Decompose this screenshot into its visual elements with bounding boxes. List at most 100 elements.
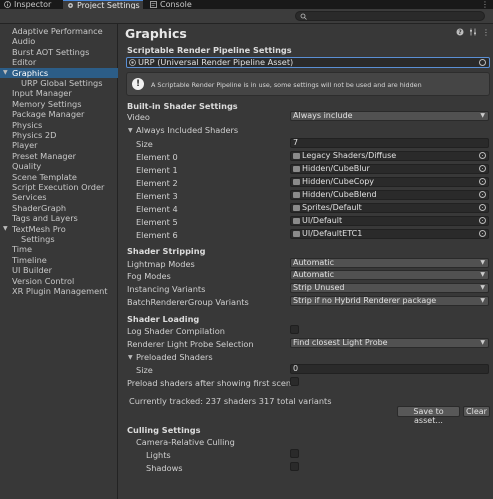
foldout-arrow-icon[interactable]: ▼ [128,354,133,361]
sidebar-item-time[interactable]: Time [0,244,129,254]
video-dropdown-value: Always include [293,111,353,120]
sidebar-item-label: Input Manager [12,88,72,99]
srp-asset-field[interactable]: URP (Universal Render Pipeline Asset) [126,57,490,68]
console-icon [150,1,157,8]
sidebar-item-version-control[interactable]: Version Control [0,276,129,286]
shader-value: UI/Default [302,216,343,225]
expand-arrow-icon[interactable]: ▼ [3,68,8,78]
sidebar-item-memory-settings[interactable]: Memory Settings [0,99,129,109]
tab-console[interactable]: Console [146,0,196,9]
sidebar-item-label: TextMesh Pro [12,223,66,234]
shadows-culling-checkbox[interactable] [290,462,299,471]
fog-modes-label: Fog Modes [127,271,171,281]
shader-object-field[interactable]: Hidden/CubeCopy [290,177,489,187]
lights-culling-checkbox[interactable] [290,449,299,458]
sidebar-item-quality[interactable]: Quality [0,161,129,171]
sidebar-item-editor[interactable]: Editor [0,57,129,67]
sidebar-item-physics[interactable]: Physics [0,120,129,130]
sidebar-item-ui-builder[interactable]: UI Builder [0,265,129,275]
element-label: Element 6 [136,230,178,240]
shader-object-field[interactable]: Hidden/CubeBlend [290,190,489,200]
fog-modes-dropdown[interactable]: Automatic ▼ [290,270,489,280]
sidebar-item-label: Adaptive Performance [12,26,103,36]
save-to-asset-button[interactable]: Save to asset... [397,406,460,425]
tab-label: Console [160,0,192,9]
sidebar-item-burst-aot-settings[interactable]: Burst AOT Settings [0,47,129,57]
sidebar-item-label: ShaderGraph [12,202,67,213]
object-picker-icon[interactable] [479,204,486,211]
shader-value: UI/DefaultETC1 [302,229,363,238]
preloaded-size-field[interactable]: 0 [290,364,489,374]
sidebar-item-player[interactable]: Player [0,140,129,150]
tab-inspector[interactable]: Inspector [0,0,58,9]
shader-object-field[interactable]: Sprites/Default [290,203,489,213]
srp-help-text: A Scriptable Render Pipeline is in use, … [151,81,422,89]
light-probe-selection-dropdown[interactable]: Find closest Light Probe ▼ [290,338,489,348]
object-picker-icon[interactable] [479,59,486,66]
always-included-size-field[interactable]: 7 [290,138,489,148]
shader-icon [293,153,300,159]
shader-object-field[interactable]: Hidden/CubeBlur [290,164,489,174]
shader-icon [293,205,300,211]
help-icon[interactable]: ? [456,28,464,38]
sidebar-item-preset-manager[interactable]: Preset Manager [0,151,129,161]
shader-object-field[interactable]: Legacy Shaders/Diffuse [290,151,489,161]
tracked-shaders-status: Currently tracked: 237 shaders 317 total… [129,396,332,406]
object-picker-icon[interactable] [479,178,486,185]
tab-project-settings[interactable]: Project Settings [63,0,143,10]
foldout-arrow-icon[interactable]: ▼ [128,127,133,134]
dropdown-value: Automatic [293,258,335,267]
preloaded-shaders-foldout[interactable]: Preloaded Shaders [136,352,213,362]
object-picker-icon[interactable] [479,165,486,172]
video-dropdown[interactable]: Always include ▼ [290,111,489,121]
batchrenderergroup-variants-dropdown[interactable]: Strip if no Hybrid Renderer package ▼ [290,296,489,306]
lightmap-modes-dropdown[interactable]: Automatic ▼ [290,258,489,268]
settings-sidebar: Adaptive Performance Audio Burst AOT Set… [0,24,129,499]
search-input[interactable] [295,11,485,21]
shader-object-field[interactable]: UI/Default [290,216,489,226]
sidebar-item-textmesh-pro[interactable]: ▼ TextMesh Pro [0,224,129,234]
shader-value: Legacy Shaders/Diffuse [302,151,397,160]
shader-object-field[interactable]: UI/DefaultETC1 [290,229,489,239]
sidebar-item-adaptive-performance[interactable]: Adaptive Performance [0,26,129,36]
always-included-shaders-foldout[interactable]: Always Included Shaders [136,125,238,135]
sidebar-item-label: Preset Manager [12,150,77,161]
tab-label: Inspector [14,0,52,9]
sidebar-item-timeline[interactable]: Timeline [0,255,129,265]
sidebar-item-xr-plugin-management[interactable]: XR Plugin Management [0,286,129,296]
sidebar-item-label: Scene Template [12,171,77,182]
sidebar-item-label: Tags and Layers [12,213,78,224]
sidebar-item-label: Editor [12,57,37,68]
log-shader-compilation-checkbox[interactable] [290,325,299,334]
clear-button[interactable]: Clear [463,406,490,417]
sidebar-item-script-execution-order[interactable]: Script Execution Order [0,182,129,192]
shader-icon [293,179,300,185]
always-included-size-label: Size [136,139,153,149]
object-picker-icon[interactable] [479,152,486,159]
sidebar-item-physics-2d[interactable]: Physics 2D [0,130,129,140]
sidebar-item-audio[interactable]: Audio [0,36,129,46]
shader-icon [293,166,300,172]
expand-arrow-icon[interactable]: ▼ [3,224,8,234]
dropdown-value: Find closest Light Probe [293,338,388,347]
preset-sliders-icon[interactable] [469,28,477,38]
element-label: Element 4 [136,204,178,214]
sidebar-item-graphics[interactable]: ▼ Graphics [0,67,129,78]
object-picker-icon[interactable] [479,217,486,224]
sidebar-item-input-manager[interactable]: Input Manager [0,88,129,98]
instancing-variants-dropdown[interactable]: Strip Unused ▼ [290,283,489,293]
dropdown-arrow-icon: ▼ [480,339,485,346]
sidebar-item-shadergraph[interactable]: ShaderGraph [0,203,129,213]
sidebar-item-package-manager[interactable]: Package Manager [0,109,129,119]
kebab-menu-icon[interactable]: ⋮ [481,0,489,9]
object-picker-icon[interactable] [479,230,486,237]
more-options-icon[interactable]: ⋮ [482,28,490,37]
sidebar-item-label: Physics [12,119,43,130]
sidebar-item-label: Script Execution Order [12,182,105,192]
sidebar-item-services[interactable]: Services [0,192,129,202]
sidebar-item-scene-template[interactable]: Scene Template [0,172,129,182]
preload-after-first-scene-checkbox[interactable] [290,377,299,386]
sidebar-item-tags-and-layers[interactable]: Tags and Layers [0,213,129,223]
sidebar-item-label: Time [12,244,33,255]
object-picker-icon[interactable] [479,191,486,198]
